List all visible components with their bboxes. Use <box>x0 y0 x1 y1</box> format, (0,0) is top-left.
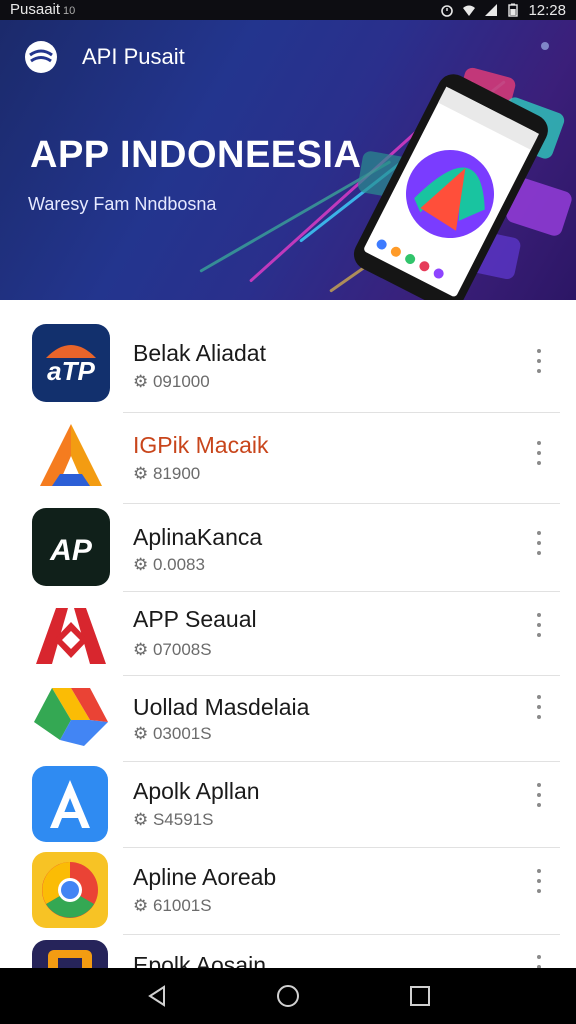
app-logo-icon <box>40 424 102 486</box>
svg-text:aTP: aTP <box>47 356 95 386</box>
phone-illustration <box>353 67 572 300</box>
divider <box>123 934 560 935</box>
more-vert-icon[interactable] <box>528 866 550 896</box>
status-bar: Pusaait 10 12:28 <box>0 0 576 20</box>
more-vert-icon[interactable] <box>528 346 550 376</box>
divider <box>123 675 560 676</box>
home-circle-icon[interactable] <box>276 984 300 1008</box>
hero-dot <box>541 42 549 50</box>
app-meta: ⚙ 0.0083 <box>133 555 205 574</box>
app-logo-icon <box>34 688 108 746</box>
hero-banner: API Pusait APP INDONEESIA Waresy Fam Nnd… <box>0 20 576 300</box>
more-vert-icon[interactable] <box>528 780 550 810</box>
list-item[interactable]: AP AplinaKanca ⚙ 0.0083 <box>0 508 576 588</box>
app-logo-icon: AP <box>49 534 93 567</box>
app-meta: ⚙ 03001S <box>133 724 212 743</box>
battery-icon <box>508 3 519 17</box>
app-icon <box>32 602 110 668</box>
more-vert-icon[interactable] <box>528 438 550 468</box>
app-icon <box>32 852 108 928</box>
app-name: Uollad Masdelaia <box>133 694 310 720</box>
app-icon <box>32 684 110 750</box>
more-vert-icon[interactable] <box>528 692 550 722</box>
app-icon: AP <box>32 508 110 586</box>
divider <box>123 503 560 504</box>
app-logo-icon: aTP <box>46 345 96 386</box>
hero-subtitle: Waresy Fam Nndbosna <box>28 194 217 214</box>
app-name: Apolk Apllan <box>133 778 260 804</box>
hero-title: APP INDONEESIA <box>30 134 362 176</box>
app-icon <box>32 766 108 842</box>
app-icon: aTP <box>32 324 110 402</box>
list-item[interactable]: aTP Belak Aliadat ⚙ 091000 <box>0 324 576 404</box>
app-logo-icon <box>42 862 98 918</box>
divider <box>123 761 560 762</box>
wifi-icon <box>463 5 476 16</box>
list-item[interactable]: Apline Aoreab ⚙ 61001S <box>0 852 576 930</box>
more-vert-icon[interactable] <box>528 610 550 640</box>
alarm-icon <box>441 5 454 17</box>
app-name: IGPik Macaik <box>133 432 269 458</box>
status-time: 12:28 <box>528 1 566 19</box>
app-icon <box>32 940 108 968</box>
carrier-sub: 10 <box>63 5 76 17</box>
list-item[interactable]: Apolk Apllan ⚙ S4591S <box>0 766 576 844</box>
back-triangle-icon[interactable] <box>145 984 169 1008</box>
app-logo-icon <box>50 780 90 828</box>
system-navigation-bar <box>0 968 576 1024</box>
carrier-name: Pusaait <box>10 1 61 18</box>
divider <box>123 412 560 413</box>
app-name: Apline Aoreab <box>133 864 277 890</box>
app-meta: ⚙ 091000 <box>133 372 210 391</box>
app-name: APP Seaual <box>133 606 257 632</box>
list-item[interactable]: Uollad Masdelaia ⚙ 03001S <box>0 684 576 750</box>
recents-square-icon[interactable] <box>408 984 432 1008</box>
more-vert-icon[interactable] <box>528 528 550 558</box>
status-carrier: Pusaait 10 <box>10 1 75 18</box>
list-item[interactable]: Epolk Aosain <box>0 940 576 968</box>
status-icons: 12:28 <box>440 0 566 20</box>
app-meta: ⚙ 81900 <box>133 464 201 483</box>
signal-icon <box>485 4 498 16</box>
more-vert-icon[interactable] <box>528 952 550 968</box>
app-list: aTP Belak Aliadat ⚙ 091000 IGPik Macaik … <box>0 300 576 968</box>
svg-text:AP: AP <box>49 534 93 567</box>
app-name: Belak Aliadat <box>133 340 266 366</box>
brand-logo-icon <box>25 41 57 73</box>
divider <box>123 591 560 592</box>
app-logo-icon <box>48 950 92 968</box>
app-logo-icon <box>36 608 106 664</box>
app-name: AplinaKanca <box>133 524 263 550</box>
list-item[interactable]: IGPik Macaik ⚙ 81900 <box>0 416 576 496</box>
app-name: Epolk Aosain <box>133 952 266 968</box>
app-meta: ⚙ S4591S <box>133 810 214 829</box>
app-meta: ⚙ 61001S <box>133 896 212 915</box>
app-icon <box>32 416 110 494</box>
hero-brand-name: API Pusait <box>82 44 185 69</box>
divider <box>123 847 560 848</box>
app-meta: ⚙ 07008S <box>133 640 212 659</box>
list-item[interactable]: APP Seaual ⚙ 07008S <box>0 602 576 668</box>
